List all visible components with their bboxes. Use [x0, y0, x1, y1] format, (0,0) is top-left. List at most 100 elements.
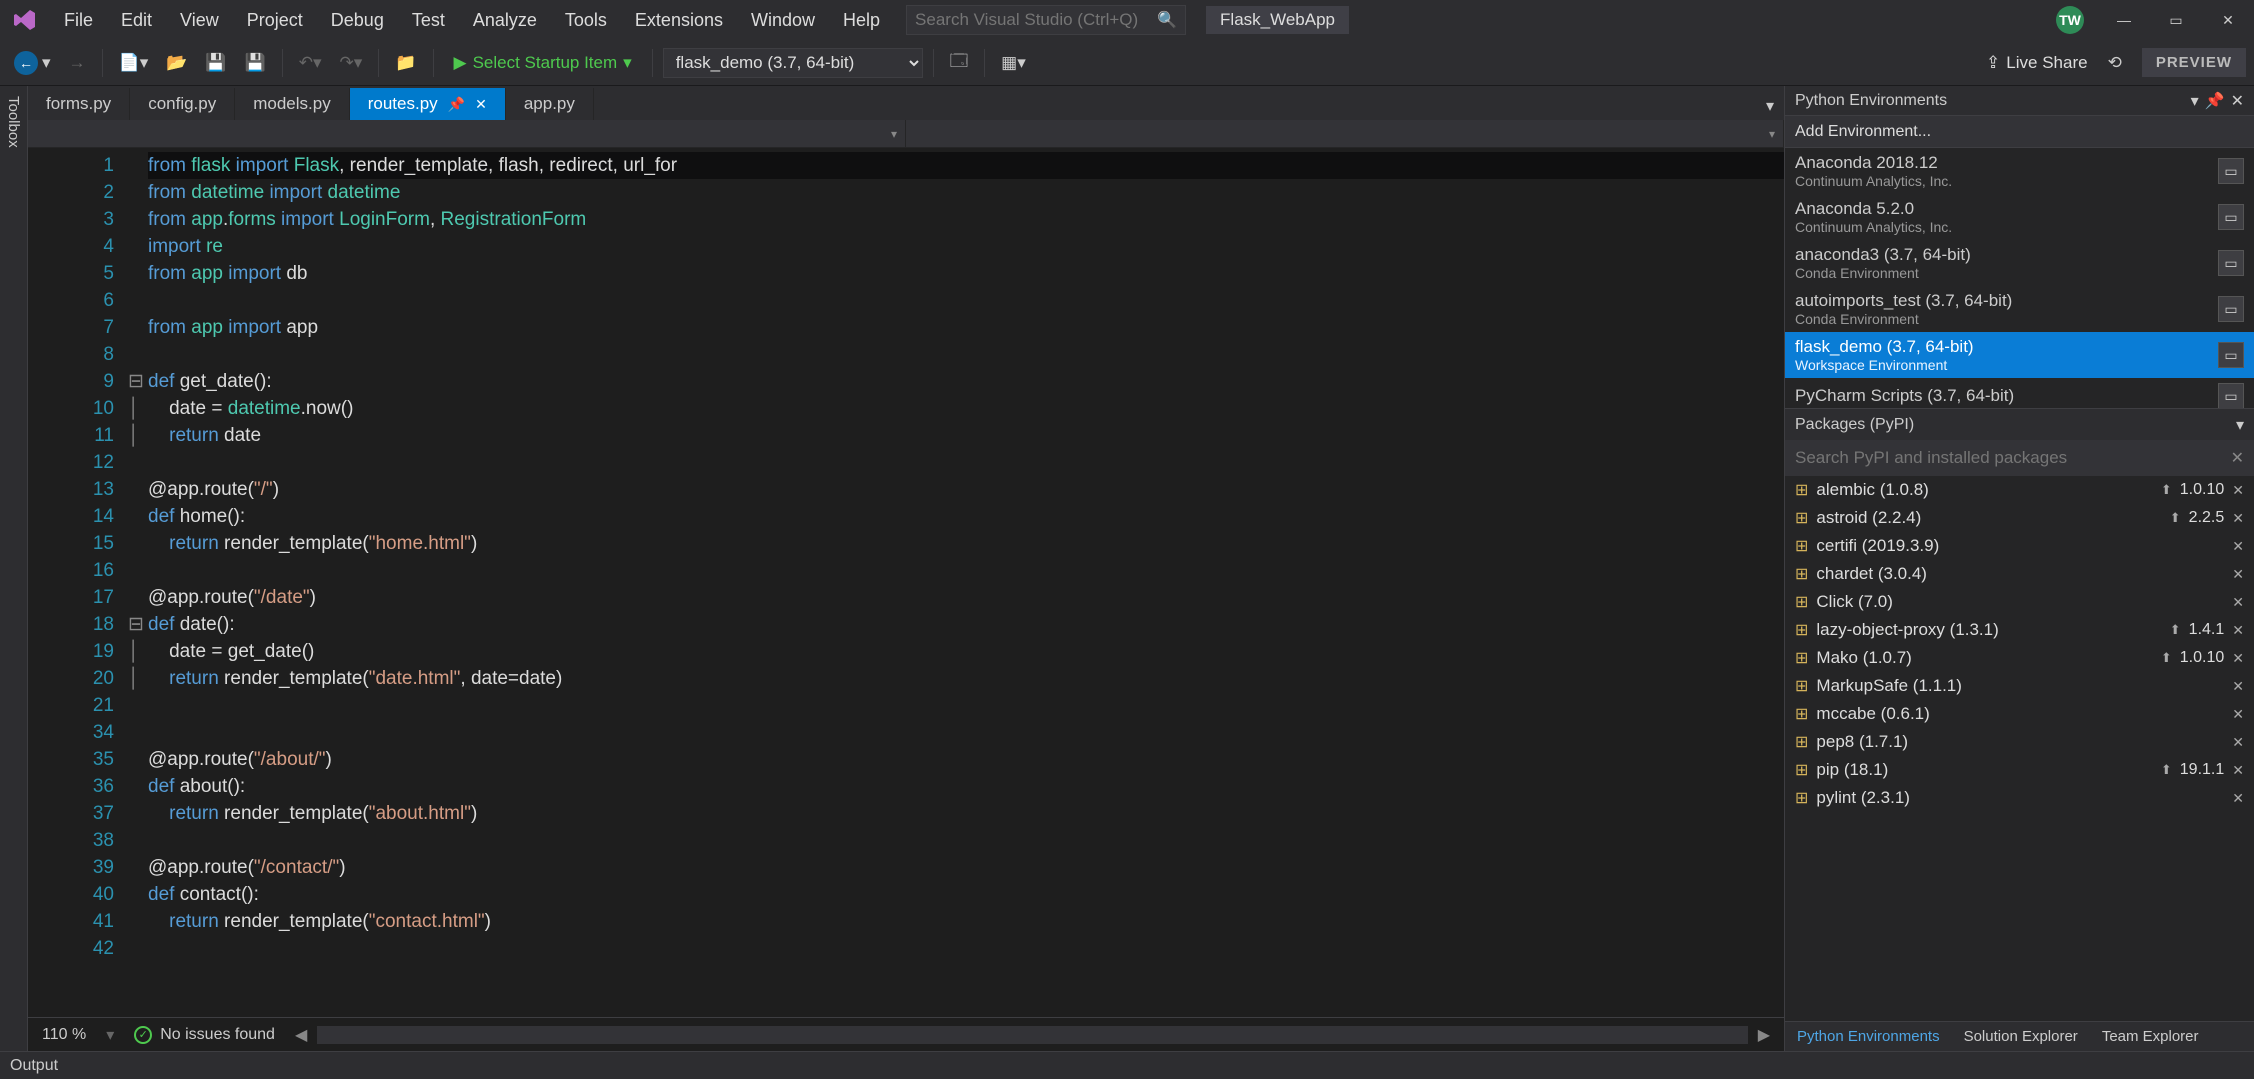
- toolbox-strip[interactable]: Toolbox: [0, 86, 28, 1051]
- horizontal-scrollbar[interactable]: ◀▶: [295, 1025, 1770, 1045]
- package-row[interactable]: ⊞MarkupSafe (1.1.1)✕: [1785, 672, 2254, 700]
- remove-icon[interactable]: ✕: [2232, 482, 2244, 499]
- close-button[interactable]: ✕: [2202, 0, 2254, 40]
- menu-view[interactable]: View: [166, 4, 233, 37]
- env-item[interactable]: PyCharm Scripts (3.7, 64-bit)▭: [1785, 378, 2254, 408]
- menu-extensions[interactable]: Extensions: [621, 4, 737, 37]
- remove-icon[interactable]: ✕: [2232, 594, 2244, 611]
- feedback-button[interactable]: ⟲: [2102, 49, 2128, 77]
- menu-edit[interactable]: Edit: [107, 4, 166, 37]
- remove-icon[interactable]: ✕: [2232, 566, 2244, 583]
- package-row[interactable]: ⊞pep8 (1.7.1)✕: [1785, 728, 2254, 756]
- tab-models-py[interactable]: models.py: [235, 88, 349, 120]
- panel-tab-team-explorer[interactable]: Team Explorer: [2090, 1024, 2211, 1049]
- package-row[interactable]: ⊞lazy-object-proxy (1.3.1)⬆1.4.1✕: [1785, 616, 2254, 644]
- close-icon[interactable]: ✕: [475, 96, 487, 113]
- save-all-button[interactable]: 💾: [239, 49, 272, 77]
- tab-routes-py[interactable]: routes.py📌✕: [350, 88, 506, 120]
- save-button[interactable]: 💾: [199, 49, 232, 77]
- code-content[interactable]: from flask import Flask, render_template…: [148, 148, 1784, 1017]
- package-row[interactable]: ⊞pip (18.1)⬆19.1.1✕: [1785, 756, 2254, 784]
- env-window-icon[interactable]: ▭: [2218, 250, 2244, 276]
- nav-forward-button[interactable]: →: [63, 49, 92, 77]
- update-icon[interactable]: ⬆: [2161, 482, 2172, 498]
- remove-icon[interactable]: ✕: [2232, 762, 2244, 779]
- package-row[interactable]: ⊞pylint (2.3.1)✕: [1785, 784, 2254, 812]
- tab-app-py[interactable]: app.py: [506, 88, 594, 120]
- pin-icon[interactable]: 📌: [2205, 91, 2225, 111]
- env-item[interactable]: anaconda3 (3.7, 64-bit)Conda Environment…: [1785, 240, 2254, 286]
- global-search[interactable]: 🔍: [906, 5, 1186, 35]
- menu-tools[interactable]: Tools: [551, 4, 621, 37]
- tab-config-py[interactable]: config.py: [130, 88, 235, 120]
- zoom-level[interactable]: 110 %: [42, 1026, 86, 1044]
- env-window-icon[interactable]: ▭: [2218, 383, 2244, 408]
- package-row[interactable]: ⊞alembic (1.0.8)⬆1.0.10✕: [1785, 476, 2254, 504]
- search-input[interactable]: [915, 10, 1157, 30]
- maximize-button[interactable]: ▭: [2150, 0, 2202, 40]
- package-row[interactable]: ⊞chardet (3.0.4)✕: [1785, 560, 2254, 588]
- package-row[interactable]: ⊞astroid (2.2.4)⬆2.2.5✕: [1785, 504, 2254, 532]
- output-tab[interactable]: Output: [0, 1051, 2254, 1079]
- close-panel-icon[interactable]: ✕: [2231, 91, 2244, 111]
- solution-name[interactable]: Flask_WebApp: [1206, 6, 1349, 34]
- env-button[interactable]: 🗔: [944, 44, 974, 81]
- env-item[interactable]: autoimports_test (3.7, 64-bit)Conda Envi…: [1785, 286, 2254, 332]
- undo-button[interactable]: ↶▾: [293, 49, 328, 77]
- menu-test[interactable]: Test: [398, 4, 459, 37]
- minimize-button[interactable]: —: [2098, 0, 2150, 40]
- package-search[interactable]: ✕: [1785, 440, 2254, 476]
- menu-debug[interactable]: Debug: [317, 4, 398, 37]
- env-item[interactable]: Anaconda 5.2.0Continuum Analytics, Inc.▭: [1785, 194, 2254, 240]
- update-icon[interactable]: ⬆: [2161, 762, 2172, 778]
- env-item[interactable]: flask_demo (3.7, 64-bit)Workspace Enviro…: [1785, 332, 2254, 378]
- menu-window[interactable]: Window: [737, 4, 829, 37]
- new-item-button[interactable]: 📄▾: [113, 49, 155, 77]
- package-search-input[interactable]: [1795, 448, 2231, 468]
- redo-button[interactable]: ↷▾: [334, 49, 369, 77]
- remove-icon[interactable]: ✕: [2232, 734, 2244, 751]
- user-avatar[interactable]: TW: [2056, 6, 2084, 34]
- layout-button[interactable]: ▦▾: [995, 49, 1032, 77]
- package-row[interactable]: ⊞mccabe (0.6.1)✕: [1785, 700, 2254, 728]
- fold-column[interactable]: ⊟││ ⊟││: [128, 148, 148, 1017]
- update-icon[interactable]: ⬆: [2161, 650, 2172, 666]
- package-row[interactable]: ⊞certifi (2019.3.9)✕: [1785, 532, 2254, 560]
- open-button[interactable]: 📂: [160, 49, 193, 77]
- remove-icon[interactable]: ✕: [2232, 678, 2244, 695]
- package-row[interactable]: ⊞Click (7.0)✕: [1785, 588, 2254, 616]
- live-share-button[interactable]: ⇪ Live Share: [1986, 53, 2088, 73]
- remove-icon[interactable]: ✕: [2232, 622, 2244, 639]
- panel-tab-python-environments[interactable]: Python Environments: [1785, 1024, 1952, 1049]
- menu-file[interactable]: File: [50, 4, 107, 37]
- remove-icon[interactable]: ✕: [2232, 510, 2244, 527]
- env-window-icon[interactable]: ▭: [2218, 158, 2244, 184]
- issues-indicator[interactable]: ✓ No issues found: [134, 1026, 275, 1044]
- pin-icon[interactable]: 📌: [448, 96, 465, 113]
- packages-header[interactable]: Packages (PyPI) ▾: [1785, 408, 2254, 440]
- environment-selector[interactable]: flask_demo (3.7, 64-bit): [663, 48, 923, 78]
- menu-analyze[interactable]: Analyze: [459, 4, 551, 37]
- env-window-icon[interactable]: ▭: [2218, 342, 2244, 368]
- dropdown-icon[interactable]: ▾: [2191, 91, 2199, 111]
- remove-icon[interactable]: ✕: [2232, 650, 2244, 667]
- menu-project[interactable]: Project: [233, 4, 317, 37]
- clear-icon[interactable]: ✕: [2231, 448, 2244, 468]
- update-icon[interactable]: ⬆: [2170, 622, 2181, 638]
- start-button[interactable]: ▶ Select Startup Item ▾: [444, 49, 642, 77]
- env-window-icon[interactable]: ▭: [2218, 204, 2244, 230]
- package-row[interactable]: ⊞Mako (1.0.7)⬆1.0.10✕: [1785, 644, 2254, 672]
- env-item[interactable]: Anaconda 2018.12Continuum Analytics, Inc…: [1785, 148, 2254, 194]
- remove-icon[interactable]: ✕: [2232, 790, 2244, 807]
- tab-forms-py[interactable]: forms.py: [28, 88, 130, 120]
- add-environment-button[interactable]: Add Environment...: [1785, 116, 2254, 148]
- code-editor[interactable]: 1234567891011121314151617181920213435363…: [28, 148, 1784, 1017]
- panel-tab-solution-explorer[interactable]: Solution Explorer: [1952, 1024, 2090, 1049]
- nav-back-button[interactable]: ← ▾: [8, 47, 57, 79]
- folder-button[interactable]: 📁: [389, 49, 422, 77]
- tabs-overflow[interactable]: ▾: [1756, 92, 1784, 120]
- env-window-icon[interactable]: ▭: [2218, 296, 2244, 322]
- remove-icon[interactable]: ✕: [2232, 706, 2244, 723]
- nav-bar[interactable]: ▾▾: [28, 120, 1784, 148]
- update-icon[interactable]: ⬆: [2170, 510, 2181, 526]
